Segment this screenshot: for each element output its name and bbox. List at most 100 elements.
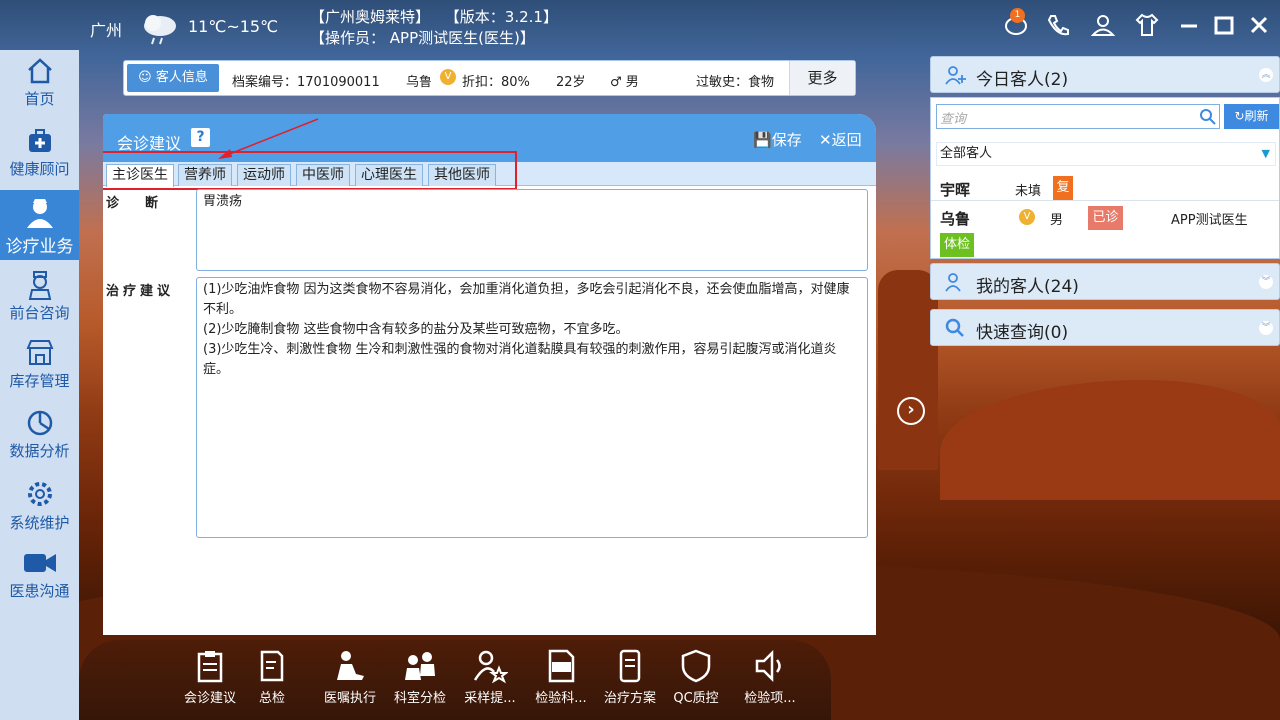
notification-badge: 1 [1010, 8, 1025, 23]
sidebar-item-data-analysis[interactable]: 数据分析 [0, 402, 79, 470]
checkup-tag: 体检 [940, 233, 974, 257]
treatment-line: (1)少吃油炸食物 因为这类食物不容易消化，会加重消化道负担，多吃会引起消化不良… [203, 282, 850, 317]
visited-tag: 已诊 [1088, 206, 1123, 230]
toolbar-label: 会诊建议 [183, 691, 236, 706]
save-label: 保存 [771, 131, 802, 149]
sidebar-item-label: 库存管理 [9, 372, 70, 390]
sidebar-item-system[interactable]: 系统维护 [0, 472, 79, 540]
diagnosis-label: 诊 断 [106, 196, 159, 211]
diagnosis-field[interactable]: 胃溃疡 [196, 189, 868, 271]
save-button[interactable]: 💾保存 [753, 129, 802, 150]
medical-team-icon [405, 652, 435, 680]
back-label: 返回 [831, 131, 862, 149]
search-input[interactable]: 查询 [936, 104, 1220, 129]
lab-department-button[interactable]: 检验科... [524, 648, 598, 706]
users-icon [945, 273, 961, 292]
maximize-icon[interactable] [1211, 12, 1237, 38]
speaker-icon [755, 649, 781, 683]
clipboard-icon [197, 651, 223, 683]
quick-search-header[interactable]: 快速查询(0) ︾ [930, 309, 1280, 346]
toolbar-label: 科室分检 [393, 691, 446, 706]
help-icon[interactable]: ? [191, 128, 210, 147]
search-icon[interactable] [1199, 108, 1216, 125]
sidebar: 首页 健康顾问 诊疗业务 前台咨询 库存管理 数据分析 系统维护 医患沟通 [0, 50, 79, 720]
sidebar-item-label: 首页 [24, 90, 55, 108]
person-icon: ☺ [138, 70, 152, 85]
refresh-button[interactable]: ↻刷新 [1224, 104, 1279, 129]
customer-name: 宇晖 [940, 181, 971, 199]
vip-badge: V [440, 69, 456, 85]
sample-prompt-button[interactable]: 采样提... [453, 648, 527, 706]
shield-icon [681, 649, 711, 683]
quick-search-title: 快速查询(0) [976, 323, 1069, 343]
allergy-history: 过敏史：食物 [696, 75, 775, 90]
attending-doctor: APP测试医生 [1171, 213, 1248, 228]
customer-row[interactable]: 宇晖 未填 复 [931, 175, 1279, 201]
sidebar-item-label: 诊疗业务 [5, 237, 74, 257]
sidebar-item-label: 数据分析 [9, 442, 70, 460]
toolbar-label: 治疗方案 [603, 691, 656, 706]
city-label: 广州 [90, 21, 123, 40]
skin-icon[interactable] [1134, 12, 1160, 38]
temperature-label: 11℃~15℃ [188, 17, 279, 36]
customer-info-tab[interactable]: ☺ 客人信息 [127, 64, 219, 92]
customer-info-tab-label: 客人信息 [155, 70, 208, 85]
record-number: 档案编号：1701090011 [232, 75, 380, 90]
sidebar-item-health-consultant[interactable]: 健康顾问 [0, 120, 79, 188]
close-icon[interactable] [1246, 12, 1272, 38]
video-icon [23, 554, 56, 572]
customer-name: 乌鲁 [940, 210, 971, 228]
toolbar-label: 医嘱执行 [323, 691, 376, 706]
operator-label: 【操作员： APP测试医生(医生)】 [310, 29, 535, 47]
consultation-panel: 会诊建议 ? 💾保存 ✕返回 主诊医生 营养师 运动师 中医师 心理医生 其他医… [103, 114, 876, 635]
my-customers-header[interactable]: 我的客人(24) ︾ [930, 263, 1280, 300]
user-icon[interactable] [1090, 12, 1116, 38]
today-customers-title: 今日客人(2) [976, 70, 1069, 90]
sidebar-item-label: 健康顾问 [9, 160, 70, 178]
customer-row[interactable]: 乌鲁 V 男 已诊 APP测试医生 体检 [931, 202, 1279, 260]
lab-items-button[interactable]: 检验项... [733, 648, 807, 706]
treatment-field[interactable]: (1)少吃油炸食物 因为这类食物不容易消化，会加重消化道负担，多吃会引起消化不良… [196, 277, 868, 538]
document-edit-icon [260, 650, 284, 682]
treatment-plan-button[interactable]: 治疗方案 [593, 648, 667, 706]
sidebar-item-clinical[interactable]: 诊疗业务 [0, 190, 79, 260]
total-check-button[interactable]: 总检 [235, 648, 309, 706]
caregiver-icon [337, 651, 364, 680]
my-customers-title: 我的客人(24) [976, 277, 1079, 297]
customer-name: 乌鲁 [406, 75, 433, 90]
medkit-icon [28, 129, 51, 152]
back-button[interactable]: ✕返回 [819, 129, 862, 150]
treatment-line: (3)少吃生冷、刺激性食物 生冷和刺激性强的食物对消化道黏膜具有较强的刺激作用，… [203, 342, 837, 377]
filter-value: 全部客人 [940, 146, 993, 161]
phone-icon[interactable] [1045, 12, 1071, 38]
sidebar-item-label: 前台咨询 [9, 304, 70, 322]
minimize-icon[interactable] [1176, 12, 1202, 38]
user-star-icon [473, 650, 508, 684]
sidebar-item-home[interactable]: 首页 [0, 50, 79, 118]
today-customers-body: 查询 ↻刷新 全部客人 ▼ 宇晖 未填 复 乌鲁 V 男 已诊 APP测试医生 … [930, 97, 1280, 259]
expand-arrow-button[interactable]: › [897, 397, 925, 425]
dropdown-arrow-icon: ▼ [1261, 147, 1270, 160]
department-check-button[interactable]: 科室分检 [383, 648, 457, 706]
pie-chart-icon [27, 410, 52, 436]
sidebar-item-inventory[interactable]: 库存管理 [0, 332, 79, 400]
chevron-down-icon: ︾ [1259, 275, 1273, 289]
toolbar-label: QC质控 [673, 691, 719, 706]
gear-icon [27, 482, 52, 506]
sidebar-item-front-desk[interactable]: 前台咨询 [0, 262, 79, 330]
company-version-line: 【广州奥姆莱特】 【版本：3.2.1】 [310, 6, 558, 27]
treatment-line: (2)少吃腌制食物 这些食物中含有较多的盐分及某些可致癌物，不宜多吃。 [203, 322, 629, 337]
user-add-icon [945, 66, 966, 85]
today-customers-header[interactable]: 今日客人(2) ︽ [930, 56, 1280, 93]
chevron-up-icon: ︽ [1259, 68, 1273, 82]
customer-filter-select[interactable]: 全部客人 ▼ [936, 142, 1276, 166]
qc-button[interactable]: QC质控 [659, 648, 733, 706]
treatment-label: 治疗建议 [106, 284, 175, 299]
sidebar-item-label: 医患沟通 [9, 582, 70, 600]
chevron-down-icon: ︾ [1259, 321, 1273, 335]
sidebar-item-communication[interactable]: 医患沟通 [0, 542, 79, 610]
more-button[interactable]: 更多 [789, 61, 855, 95]
discount: 折扣：80% [462, 75, 530, 90]
order-execution-button[interactable]: 医嘱执行 [313, 648, 387, 706]
revisit-tag: 复 [1053, 176, 1073, 200]
